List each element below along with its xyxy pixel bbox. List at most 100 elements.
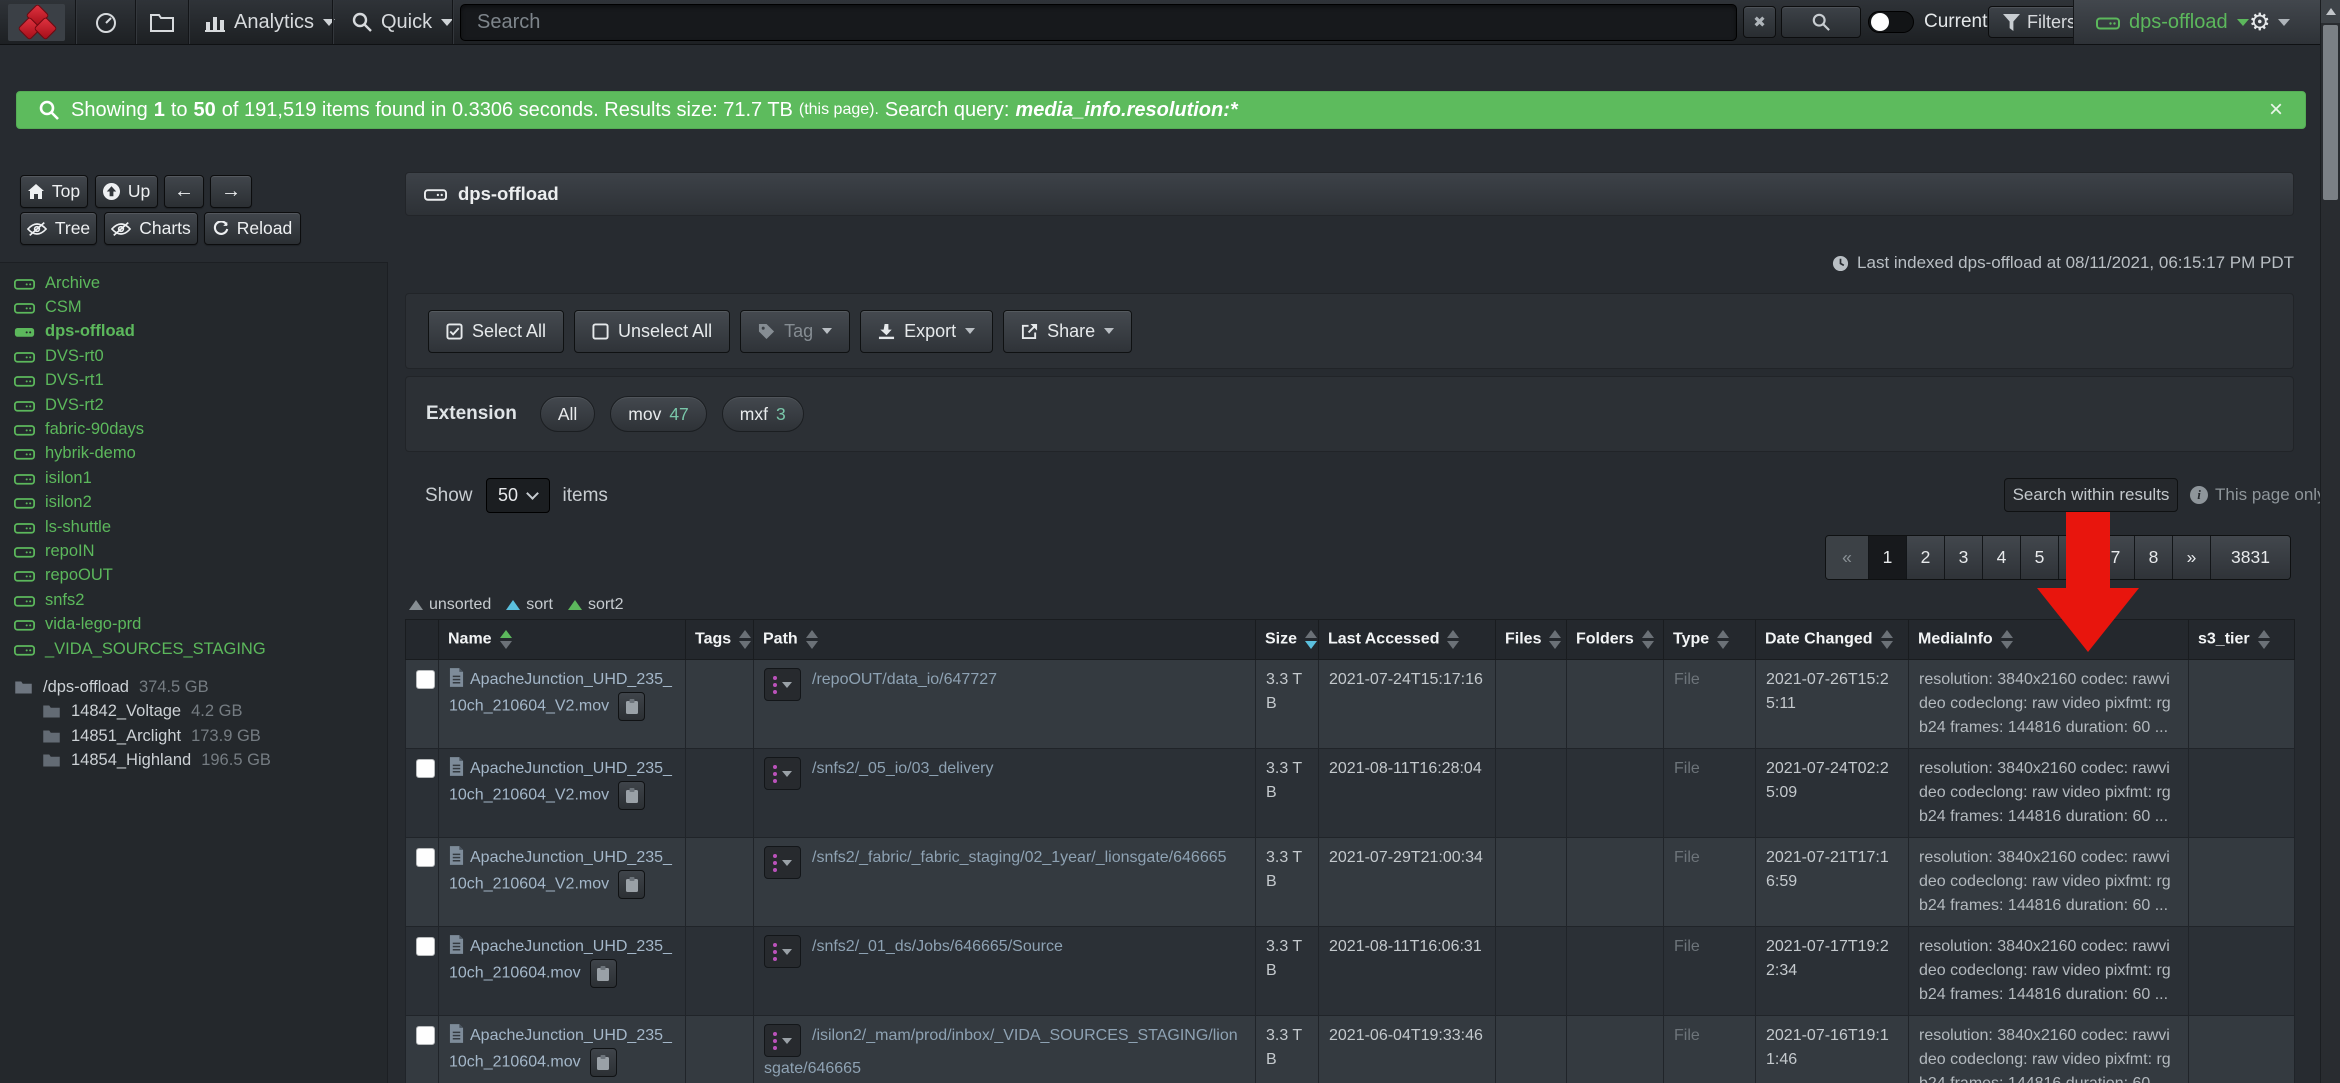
sidebar-volume-vida-sources-staging[interactable]: _VIDA_SOURCES_STAGING [0, 637, 387, 661]
pagination-page-4[interactable]: 4 [1983, 536, 2021, 579]
reload-button[interactable]: Reload [204, 212, 301, 245]
file-name-link[interactable]: ApacheJunction_UHD_235_10ch_210604.mov [449, 1027, 672, 1071]
header-tags[interactable]: Tags [686, 620, 754, 660]
sidebar-volume-dvs-rt0[interactable]: DVS-rt0 [0, 344, 387, 368]
extension-pill-all[interactable]: All [540, 396, 595, 432]
header-folders[interactable]: Folders [1567, 620, 1664, 660]
path-link[interactable]: /snfs2/_fabric/_fabric_staging/02_1year/… [812, 849, 1227, 866]
scrollbar-up-button[interactable] [2321, 0, 2340, 23]
settings-menu[interactable]: ⚙ [2249, 0, 2290, 44]
sidebar-volume-csm[interactable]: CSM [0, 295, 387, 319]
sidebar-volume-isilon2[interactable]: isilon2 [0, 491, 387, 515]
sort-arrows-icon[interactable] [806, 630, 818, 649]
row-checkbox[interactable] [416, 937, 435, 956]
row-checkbox[interactable] [416, 1026, 435, 1045]
back-button[interactable]: ← [164, 175, 204, 208]
copy-path-button[interactable] [618, 781, 645, 810]
sidebar-volume-dvs-rt1[interactable]: DVS-rt1 [0, 369, 387, 393]
file-browser-button[interactable] [140, 0, 184, 44]
sort-arrows-icon[interactable] [1642, 630, 1654, 649]
copy-path-button[interactable] [590, 959, 617, 988]
tree-toggle-button[interactable]: Tree [20, 212, 97, 245]
export-menu-button[interactable]: Export [860, 310, 993, 353]
unselect-all-button[interactable]: Unselect All [574, 310, 730, 353]
clear-search-button[interactable]: ✖ [1743, 6, 1776, 38]
pagination-page-2[interactable]: 2 [1907, 536, 1945, 579]
close-icon[interactable]: × [2269, 98, 2283, 122]
copy-path-button[interactable] [618, 870, 645, 899]
pagination-page-8[interactable]: 8 [2135, 536, 2173, 579]
pagination-page-5[interactable]: 5 [2021, 536, 2059, 579]
sort-arrows-icon[interactable] [1881, 630, 1893, 649]
tag-dropdown-button[interactable] [764, 668, 801, 701]
sidebar-volume-repoout[interactable]: repoOUT [0, 564, 387, 588]
charts-toggle-button[interactable]: Charts [104, 212, 198, 245]
search-submit-button[interactable] [1781, 6, 1861, 38]
copy-path-button[interactable] [618, 692, 645, 721]
index-selector[interactable]: dps-offload [2096, 0, 2249, 44]
search-input[interactable] [460, 4, 1737, 41]
row-checkbox[interactable] [416, 759, 435, 778]
folder-tree-item[interactable]: /dps-offload 374.5 GB [0, 675, 387, 699]
sidebar-volume-hybrik-demo[interactable]: hybrik-demo [0, 442, 387, 466]
forward-button[interactable]: → [210, 175, 252, 208]
sidebar-volume-dps-offload[interactable]: dps-offload [0, 320, 387, 344]
pagination-prev[interactable]: « [1826, 536, 1869, 579]
scrollbar-thumb[interactable] [2323, 25, 2338, 200]
path-link[interactable]: /repoOUT/data_io/647727 [812, 671, 997, 688]
sort-arrows-icon[interactable] [1549, 630, 1561, 649]
header-path[interactable]: Path [754, 620, 1256, 660]
folder-tree-item[interactable]: 14851_Arclight 173.9 GB [0, 724, 387, 748]
tag-dropdown-button[interactable] [764, 1024, 801, 1057]
quick-menu[interactable]: Quick [352, 0, 453, 44]
dashboard-button[interactable] [84, 0, 128, 44]
header-type[interactable]: Type [1664, 620, 1756, 660]
file-name-link[interactable]: ApacheJunction_UHD_235_10ch_210604.mov [449, 938, 672, 982]
sort-arrows-icon[interactable] [2001, 630, 2013, 649]
sidebar-volume-ls-shuttle[interactable]: ls-shuttle [0, 515, 387, 539]
sidebar-volume-snfs2[interactable]: snfs2 [0, 588, 387, 612]
show-items-select[interactable]: 50 [486, 478, 550, 513]
search-within-results-button[interactable]: Search within results [2004, 478, 2178, 512]
header-name[interactable]: Name [439, 620, 686, 660]
page-scrollbar[interactable] [2320, 0, 2340, 1083]
extension-pill-mov[interactable]: mov 47 [610, 396, 707, 432]
row-checkbox[interactable] [416, 670, 435, 689]
sidebar-volume-archive[interactable]: Archive [0, 271, 387, 295]
sidebar-volume-repoin[interactable]: repoIN [0, 539, 387, 563]
header-s3-tier[interactable]: s3_tier [2189, 620, 2295, 660]
pagination-last-page[interactable]: 3831 [2211, 536, 2290, 579]
extension-pill-mxf[interactable]: mxf 3 [722, 396, 804, 432]
select-all-button[interactable]: Select All [428, 310, 564, 353]
sort-arrows-icon[interactable] [739, 630, 751, 649]
pagination-next[interactable]: » [2173, 536, 2211, 579]
top-button[interactable]: Top [20, 175, 88, 208]
path-link[interactable]: /snfs2/_01_ds/Jobs/646665/Source [812, 938, 1063, 955]
sort-arrows-icon[interactable] [1717, 630, 1729, 649]
share-menu-button[interactable]: Share [1003, 310, 1132, 353]
up-button[interactable]: Up [95, 175, 158, 208]
pagination-page-1[interactable]: 1 [1869, 536, 1907, 579]
folder-tree-item[interactable]: 14854_Highland 196.5 GB [0, 748, 387, 772]
header-files[interactable]: Files [1496, 620, 1567, 660]
sidebar-volume-isilon1[interactable]: isilon1 [0, 466, 387, 490]
sidebar-volume-fabric-90days[interactable]: fabric-90days [0, 417, 387, 441]
sidebar-volume-dvs-rt2[interactable]: DVS-rt2 [0, 393, 387, 417]
path-link[interactable]: /isilon2/_mam/prod/inbox/_VIDA_SOURCES_S… [764, 1027, 1238, 1077]
current-dir-toggle[interactable] [1868, 11, 1914, 33]
copy-path-button[interactable] [590, 1048, 617, 1077]
sort-arrows-icon[interactable] [2258, 630, 2270, 649]
app-logo[interactable] [8, 4, 65, 41]
header-last-accessed[interactable]: Last Accessed [1319, 620, 1496, 660]
row-checkbox[interactable] [416, 848, 435, 867]
tag-dropdown-button[interactable] [764, 757, 801, 790]
header-size[interactable]: Size [1256, 620, 1319, 660]
header-date-changed[interactable]: Date Changed [1756, 620, 1909, 660]
path-link[interactable]: /snfs2/_05_io/03_delivery [812, 760, 993, 777]
folder-tree-item[interactable]: 14842_Voltage 4.2 GB [0, 700, 387, 724]
tag-dropdown-button[interactable] [764, 935, 801, 968]
sort-arrows-icon[interactable] [1305, 630, 1317, 649]
sort-arrows-icon[interactable] [500, 630, 512, 649]
sidebar-volume-vida-lego-prd[interactable]: vida-lego-prd [0, 612, 387, 636]
tag-dropdown-button[interactable] [764, 846, 801, 879]
